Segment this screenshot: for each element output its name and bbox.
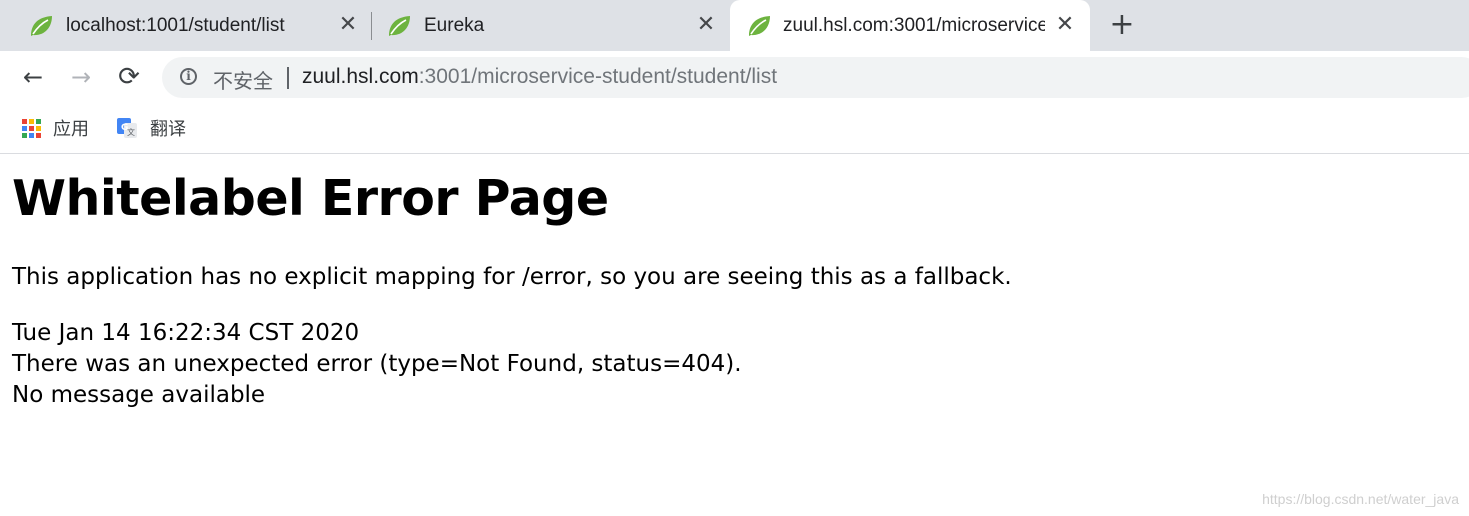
url-host: zuul.hsl.com [302,65,419,88]
security-label[interactable]: 不安全 [213,65,273,94]
spring-leaf-icon [31,16,52,36]
close-tab-icon[interactable]: ✕ [1053,13,1077,37]
google-translate-icon: G 文 [117,118,137,138]
new-tab-button[interactable]: + [1108,10,1136,40]
tab-eureka[interactable]: Eureka ✕ [358,0,728,51]
error-details: Tue Jan 14 16:22:34 CST 2020 There was a… [12,318,742,411]
apps-grid-dot [29,118,34,124]
url-text[interactable]: zuul.hsl.com:3001/microservice-student/s… [302,65,777,89]
error-timestamp: Tue Jan 14 16:22:34 CST 2020 [12,320,360,346]
watermark: https://blog.csdn.net/water_java [1262,491,1459,507]
forward-button[interactable]: → [65,61,97,93]
info-icon[interactable]: i [180,68,197,85]
tab-title: localhost:1001/student/list [66,15,285,36]
tab-title: Eureka [424,15,485,36]
browser-toolbar: ← → ⟳ i 不安全 zuul.hsl.com:3001/microservi… [0,51,1469,103]
bookmarks-bar: 应用 G 文 翻译 [0,103,1469,154]
error-detail-line: No message available [12,382,266,408]
spring-leaf-icon [749,16,770,36]
reload-button[interactable]: ⟳ [113,61,145,93]
apps-grid-dot [36,118,41,124]
apps-grid-dot [22,118,27,124]
page-title: Whitelabel Error Page [12,170,609,227]
svg-text:文: 文 [127,127,135,137]
spring-leaf-icon [389,16,410,36]
tab-zuul-active[interactable]: zuul.hsl.com:3001/microservice ✕ [730,0,1090,51]
bookmark-label: 翻译 [150,119,186,140]
tab-student-list[interactable]: localhost:1001/student/list ✕ [0,0,370,51]
apps-grid-dot [36,125,41,131]
bookmark-translate[interactable]: G 文 翻译 [116,115,186,141]
bookmark-apps[interactable]: 应用 [22,115,89,141]
tab-strip: localhost:1001/student/list ✕ Eureka ✕ z… [0,0,1469,51]
apps-grid-dot [36,132,41,138]
apps-grid-dot [29,125,34,131]
error-type-line: There was an unexpected error (type=Not … [12,351,742,377]
close-tab-icon[interactable]: ✕ [694,13,718,37]
error-message: This application has no explicit mapping… [12,264,1012,290]
url-path: :3001/microservice-student/student/list [418,65,778,88]
apps-grid-dot [22,132,27,138]
back-button[interactable]: ← [17,61,49,93]
tab-title: zuul.hsl.com:3001/microservice [783,15,1045,36]
apps-grid-dot [22,125,27,131]
apps-grid-dot [29,132,34,138]
url-divider [287,67,289,89]
apps-grid-icon [22,118,41,138]
bookmark-label: 应用 [53,119,89,140]
address-bar[interactable]: i 不安全 zuul.hsl.com:3001/microservice-stu… [162,57,1469,98]
close-tab-icon[interactable]: ✕ [336,13,360,37]
